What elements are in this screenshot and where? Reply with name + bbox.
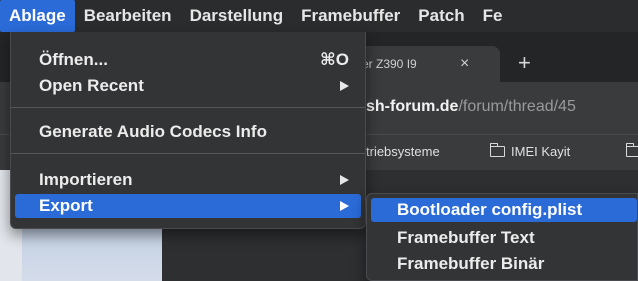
menu-item-importieren-label: Importieren: [39, 170, 133, 189]
menu-item-export[interactable]: Export: [15, 194, 361, 218]
url-domain: sh-forum.de: [366, 98, 459, 115]
submenu-arrow-icon: [340, 81, 349, 91]
menu-item-generate-audio-label: Generate Audio Codecs Info: [39, 122, 267, 141]
menu-darstellung[interactable]: Darstellung: [181, 0, 293, 32]
menu-fenster[interactable]: Fe: [474, 0, 512, 32]
ablage-menu: Öffnen... ⌘O Open Recent Generate Audio …: [10, 32, 366, 229]
folder-icon: [489, 143, 505, 157]
bookmark-item[interactable]: triebsysteme: [366, 144, 440, 159]
tab-title: er Z390 I9: [362, 57, 417, 71]
new-tab-icon[interactable]: +: [518, 50, 531, 76]
submenu-item-framebuffer-text[interactable]: Framebuffer Text: [371, 226, 637, 250]
menu-bearbeiten[interactable]: Bearbeiten: [75, 0, 181, 32]
url-path: /forum/thread/45: [458, 98, 576, 115]
menu-separator: [11, 153, 365, 154]
menu-patch[interactable]: Patch: [409, 0, 473, 32]
menu-item-open-recent[interactable]: Open Recent: [15, 74, 361, 98]
url-text: sh-forum.de/forum/thread/45: [366, 98, 576, 116]
menu-item-importieren[interactable]: Importieren: [15, 168, 361, 192]
folder-icon: [625, 143, 638, 157]
bookmark-folder-partial[interactable]: [625, 143, 638, 159]
menu-item-open-recent-label: Open Recent: [39, 76, 144, 95]
bookmark-folder[interactable]: IMEI Kayit: [489, 143, 571, 159]
submenu-arrow-icon: [340, 201, 349, 211]
submenu-arrow-icon: [340, 175, 349, 185]
menu-bar: Ablage Bearbeiten Darstellung Framebuffe…: [0, 0, 638, 32]
shortcut-label: ⌘O: [320, 50, 349, 69]
menu-item-open-label: Öffnen...: [39, 50, 108, 69]
submenu-item-framebuffer-binary[interactable]: Framebuffer Binär: [371, 252, 637, 276]
close-icon[interactable]: ×: [460, 55, 469, 73]
menu-separator: [11, 107, 365, 108]
menu-framebuffer[interactable]: Framebuffer: [292, 0, 409, 32]
menu-item-open[interactable]: Öffnen... ⌘O: [15, 48, 361, 72]
menu-item-export-label: Export: [39, 196, 93, 215]
export-submenu: Bootloader config.plist Framebuffer Text…: [366, 193, 638, 281]
bookmark-label: IMEI Kayit: [511, 144, 571, 159]
submenu-item-bootloader-config[interactable]: Bootloader config.plist: [371, 198, 637, 222]
menu-item-generate-audio[interactable]: Generate Audio Codecs Info: [15, 120, 361, 144]
menu-ablage[interactable]: Ablage: [0, 0, 75, 32]
